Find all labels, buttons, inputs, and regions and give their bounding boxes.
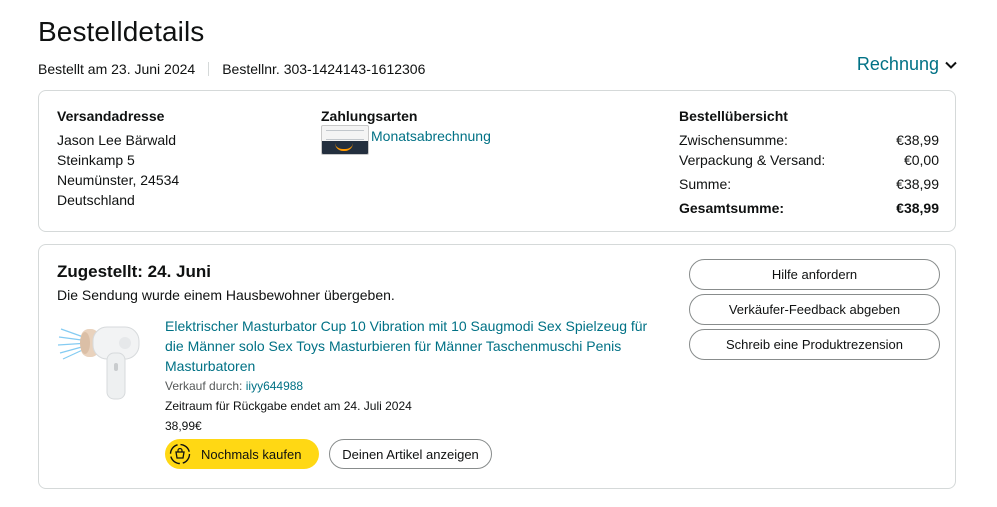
delivery-status: Zugestellt: 24. Juni	[57, 262, 211, 281]
return-window: Zeitraum für Rückgabe endet am 24. Juli …	[165, 399, 412, 413]
address-street: Steinkamp 5	[57, 152, 135, 168]
shipping-cost-value: €0,00	[903, 152, 939, 168]
seller-feedback-button[interactable]: Verkäufer-Feedback abgeben	[689, 294, 940, 325]
order-summary-card: Versandadresse Jason Lee Bärwald Steinka…	[38, 90, 956, 232]
order-number: Bestellnr. 303-1424143-1612306	[222, 61, 426, 77]
subtotal-value: €38,99	[896, 132, 939, 148]
product-thumbnail-icon	[57, 326, 140, 400]
seller-info: Verkauf durch: iiyy644988	[165, 379, 303, 393]
chevron-down-icon	[945, 61, 957, 69]
get-help-button[interactable]: Hilfe anfordern	[689, 259, 940, 290]
sum-label: Summe:	[679, 176, 732, 192]
shipment-card: Zugestellt: 24. Juni Die Sendung wurde e…	[38, 244, 956, 489]
invoice-label: Rechnung	[856, 54, 939, 74]
view-item-button[interactable]: Deinen Artikel anzeigen	[329, 439, 492, 469]
view-item-label: Deinen Artikel anzeigen	[342, 446, 479, 462]
invoice-dropdown[interactable]: Rechnung	[857, 54, 957, 75]
grand-total-row: Gesamtsumme: €38,99	[679, 200, 939, 216]
get-help-label: Hilfe anfordern	[771, 267, 858, 282]
buy-again-icon	[169, 443, 191, 465]
seller-feedback-label: Verkäufer-Feedback abgeben	[728, 302, 901, 317]
subtotal-label: Zwischensumme:	[679, 132, 788, 148]
meta-divider	[208, 62, 210, 76]
overview-heading: Bestellübersicht	[679, 108, 788, 124]
write-review-label: Schreib eine Produktrezension	[725, 337, 904, 352]
sum-value: €38,99	[896, 176, 939, 192]
address-name: Jason Lee Bärwald	[57, 132, 177, 148]
shipping-heading: Versandadresse	[57, 108, 165, 124]
buy-again-button[interactable]: Nochmals kaufen	[165, 439, 319, 469]
product-title-link[interactable]: Elektrischer Masturbator Cup 10 Vibratio…	[165, 316, 665, 376]
product-image[interactable]	[55, 319, 147, 403]
seller-prefix: Verkauf durch:	[165, 379, 243, 393]
grand-total-label: Gesamtsumme:	[679, 200, 785, 216]
grand-total-value: €38,99	[896, 200, 939, 216]
address-country: Deutschland	[57, 192, 135, 208]
page-title: Bestelldetails	[38, 16, 205, 47]
subtotal-row: Zwischensumme: €38,99	[679, 132, 939, 148]
sum-row: Summe: €38,99	[679, 176, 939, 192]
address-city: Neumünster, 24534	[57, 172, 180, 188]
seller-link[interactable]: iiyy644988	[246, 379, 303, 393]
payment-method-link[interactable]: Monatsabrechnung	[371, 128, 491, 144]
payment-card-icon	[321, 125, 369, 155]
item-price: 38,99€	[165, 419, 202, 433]
order-meta: Bestellt am 23. Juni 2024 Bestellnr. 303…	[38, 61, 425, 77]
shipping-cost-label: Verpackung & Versand:	[679, 152, 826, 168]
write-review-button[interactable]: Schreib eine Produktrezension	[689, 329, 940, 360]
shipping-cost-row: Verpackung & Versand: €0,00	[679, 152, 939, 168]
delivery-note: Die Sendung wurde einem Hausbewohner übe…	[57, 287, 395, 303]
buy-again-label: Nochmals kaufen	[201, 446, 302, 462]
order-date: Bestellt am 23. Juni 2024	[38, 61, 196, 77]
payment-heading: Zahlungsarten	[321, 108, 418, 124]
